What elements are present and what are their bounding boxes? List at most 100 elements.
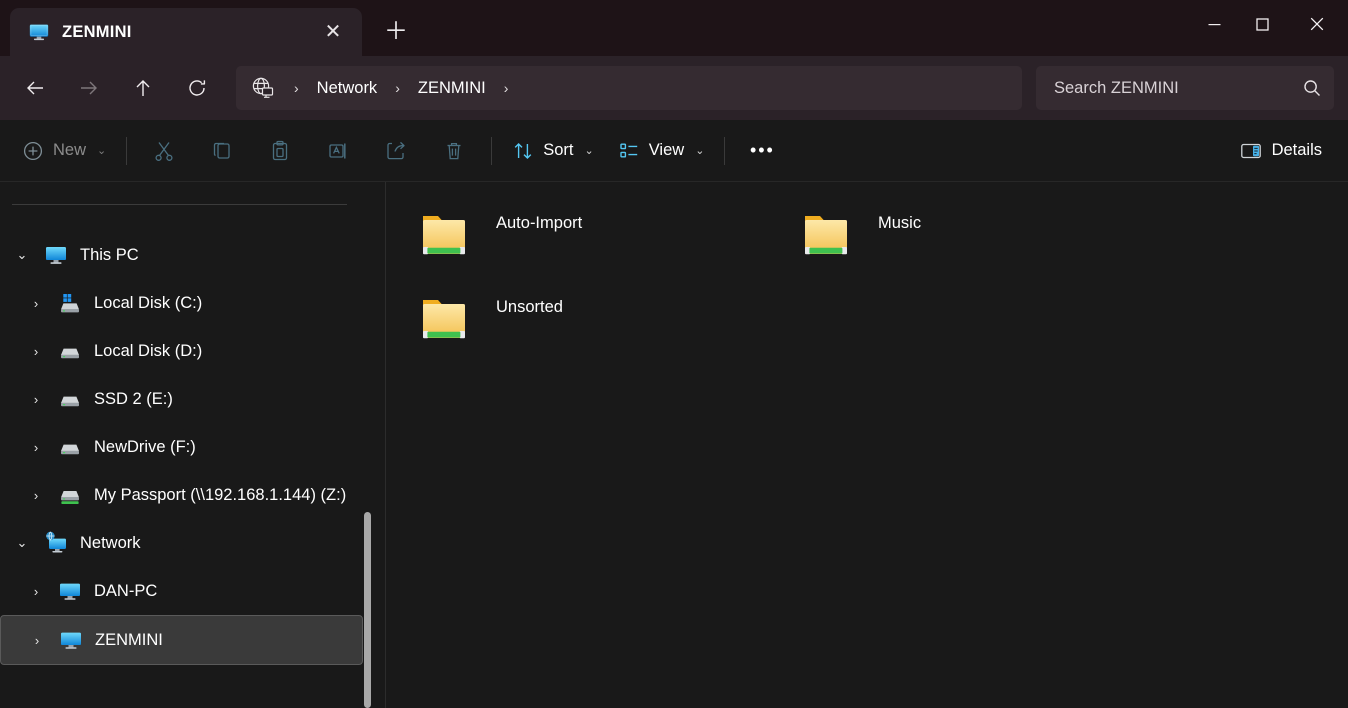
shared-folder-icon (802, 206, 864, 268)
scrollbar-thumb[interactable] (364, 512, 371, 708)
toolbar-divider (724, 136, 726, 165)
back-button[interactable] (8, 66, 62, 110)
sidebar-item-label: Network (80, 533, 141, 552)
rename-button (309, 130, 367, 172)
sidebar-item-local-disk-c[interactable]: › Local Disk (C:) (0, 279, 385, 327)
chevron-down-icon: ⌄ (584, 145, 594, 157)
view-button[interactable]: View ⌄ (606, 130, 717, 172)
sidebar-item-label: DAN-PC (94, 581, 158, 600)
sidebar-item-network[interactable]: ⌄ Network (0, 519, 385, 567)
monitor-icon (58, 579, 82, 603)
chevron-right-icon[interactable]: › (14, 488, 58, 503)
sidebar-item-ssd-2-e[interactable]: › SSD 2 (E:) (0, 375, 385, 423)
copy-icon (210, 139, 234, 163)
monitor-icon (59, 628, 83, 652)
chevron-right-icon[interactable]: › (14, 392, 58, 407)
breadcrumb-separator: › (294, 80, 299, 96)
search-icon[interactable] (1302, 78, 1322, 98)
new-tab-button[interactable]: ＋ (374, 10, 418, 54)
sidebar-item-this-pc[interactable]: ⌄ This PC (0, 231, 385, 279)
sidebar-item-label: My Passport (\\192.168.1.144) (Z:) (94, 485, 347, 504)
sidebar-scrollbar[interactable] (364, 512, 371, 708)
chevron-right-icon[interactable]: › (14, 296, 58, 311)
list-item[interactable]: Auto-Import (412, 204, 794, 288)
breadcrumb-item-zenmini[interactable]: ZENMINI (408, 75, 496, 102)
chevron-right-icon[interactable]: › (14, 584, 58, 599)
chevron-down-icon: ⌄ (695, 145, 705, 157)
rename-icon (326, 139, 350, 163)
refresh-icon (186, 77, 208, 99)
maximize-button[interactable] (1238, 0, 1286, 48)
chevron-right-icon[interactable]: › (14, 344, 58, 359)
sort-button-label: Sort (543, 141, 574, 159)
list-item-label: Unsorted (496, 298, 563, 316)
chevron-right-icon[interactable]: › (15, 633, 59, 648)
close-button[interactable] (1286, 0, 1348, 48)
search-input[interactable]: Search ZENMINI (1054, 79, 1302, 98)
monitor-icon (44, 243, 68, 267)
monitor-icon (28, 21, 50, 43)
network-disk-icon (58, 483, 82, 507)
copy-button (193, 130, 251, 172)
shared-folder-icon (420, 206, 482, 268)
clipboard-icon (268, 139, 292, 163)
search-box[interactable]: Search ZENMINI (1036, 66, 1334, 110)
sidebar-item-local-disk-d[interactable]: › Local Disk (D:) (0, 327, 385, 375)
sidebar-item-dan-pc[interactable]: › DAN-PC (0, 567, 385, 615)
delete-button (425, 130, 483, 172)
tab-title: ZENMINI (62, 22, 132, 41)
scissors-icon (152, 139, 176, 163)
list-item[interactable]: Unsorted (412, 288, 794, 372)
list-item-label: Auto-Import (496, 214, 583, 232)
tab-strip: ZENMINI ✕ ＋ (0, 0, 418, 56)
breadcrumb-expand-chevron[interactable]: › (496, 80, 517, 96)
sidebar-tree: ⌄ This PC › Local Disk (C:) › Local Disk… (0, 205, 385, 665)
sidebar-item-label: Local Disk (C:) (94, 293, 203, 312)
cut-button (135, 130, 193, 172)
sidebar-item-label: This PC (80, 245, 139, 264)
new-button[interactable]: New ⌄ (10, 130, 118, 172)
sidebar-item-label: Local Disk (D:) (94, 341, 203, 360)
forward-button (62, 66, 116, 110)
sidebar-item-label: ZENMINI (95, 630, 163, 649)
more-options-button[interactable]: ••• (733, 130, 791, 172)
trash-icon (442, 139, 466, 163)
ellipsis-icon: ••• (749, 140, 775, 160)
tab-zenmini[interactable]: ZENMINI ✕ (10, 8, 362, 56)
share-button (367, 130, 425, 172)
file-grid: Auto-Import Music Unsorted (412, 204, 1348, 372)
details-panel-icon (1239, 139, 1263, 163)
view-button-label: View (648, 141, 685, 159)
list-item[interactable]: Music (794, 204, 1176, 288)
refresh-button[interactable] (170, 66, 224, 110)
details-pane-button[interactable]: Details (1227, 130, 1334, 172)
sidebar-item-newdrive-f[interactable]: › NewDrive (F:) (0, 423, 385, 471)
forward-arrow-icon (78, 77, 100, 99)
file-list-pane[interactable]: Auto-Import Music Unsorted (386, 182, 1348, 708)
command-bar: New ⌄ Sort ⌄ View ⌄ ••• Details (0, 120, 1348, 182)
chevron-down-icon[interactable]: ⌄ (0, 535, 44, 551)
back-arrow-icon (24, 77, 46, 99)
address-bar: › Network › ZENMINI › Search ZENMINI (0, 56, 1348, 120)
up-arrow-icon (132, 77, 154, 99)
new-button-label: New (53, 141, 87, 159)
sort-icon (512, 140, 534, 162)
sidebar-item-label: NewDrive (F:) (94, 437, 196, 456)
sort-button[interactable]: Sort ⌄ (500, 130, 605, 172)
breadcrumb-separator: › (395, 80, 400, 96)
breadcrumb[interactable]: › Network › ZENMINI › (236, 66, 1022, 110)
chevron-down-icon: ⌄ (97, 145, 107, 157)
breadcrumb-item-network[interactable]: Network (307, 75, 388, 102)
chevron-down-icon[interactable]: ⌄ (0, 247, 44, 263)
up-button[interactable] (116, 66, 170, 110)
view-icon (618, 140, 640, 162)
minimize-button[interactable] (1190, 0, 1238, 48)
sidebar-item-my-passport-z[interactable]: › My Passport (\\192.168.1.144) (Z:) (0, 471, 385, 519)
sidebar-item-zenmini[interactable]: › ZENMINI (0, 615, 363, 665)
chevron-right-icon[interactable]: › (14, 440, 58, 455)
network-icon (44, 531, 68, 555)
toolbar-divider (126, 136, 128, 165)
close-icon[interactable]: ✕ (316, 15, 350, 49)
window-controls (1190, 0, 1348, 48)
plus-circle-icon (22, 140, 44, 162)
